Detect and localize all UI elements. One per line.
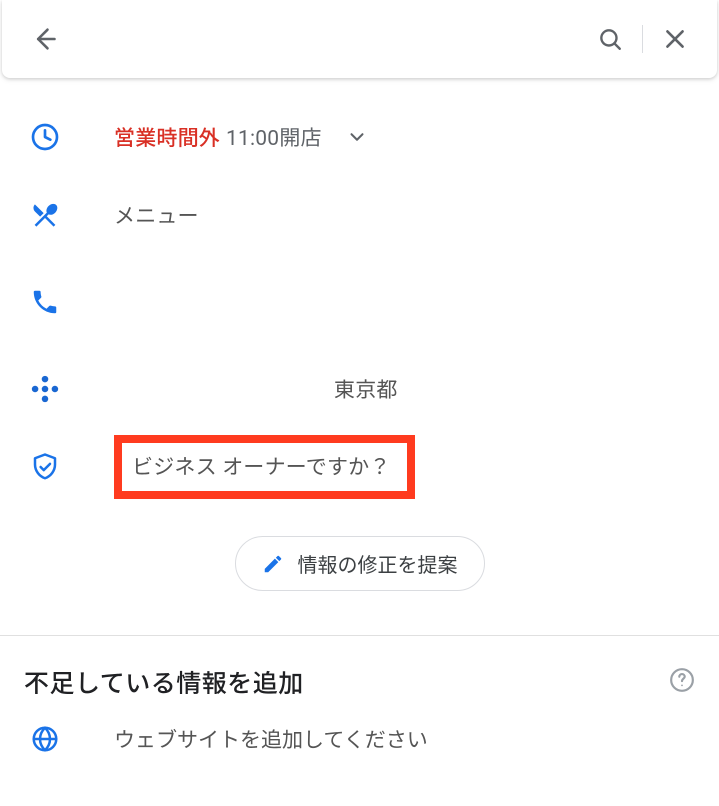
missing-info-section: 不足している情報を追加 ウェブサイトを追加してください — [0, 636, 719, 754]
suggest-edit-label: 情報の修正を提案 — [298, 549, 458, 578]
search-icon[interactable] — [588, 17, 632, 61]
add-website-label: ウェブサイトを追加してください — [62, 724, 428, 754]
missing-info-title: 不足している情報を追加 — [24, 664, 669, 700]
info-list: 営業時間外 11:00開店 メニュー 東京都 — [0, 78, 719, 635]
add-website-row[interactable]: ウェブサイトを追加してください — [24, 700, 695, 754]
claim-business-row[interactable]: ビジネス オーナーですか？ — [0, 428, 719, 506]
divider — [642, 25, 643, 53]
chevron-down-icon — [346, 126, 368, 148]
plus-code-icon — [28, 372, 62, 406]
hours-status: 営業時間外 — [114, 122, 220, 152]
suggest-edit-button[interactable]: 情報の修正を提案 — [235, 536, 485, 591]
phone-row[interactable] — [0, 254, 719, 350]
verified-shield-icon — [28, 452, 62, 482]
globe-icon — [28, 724, 62, 754]
owner-question-text: ビジネス オーナーですか？ — [132, 456, 391, 480]
hours-opens: 11:00開店 — [226, 122, 322, 152]
menu-label: メニュー — [62, 200, 199, 230]
back-icon[interactable] — [22, 17, 66, 61]
top-bar — [2, 0, 717, 78]
phone-icon — [28, 287, 62, 317]
help-icon[interactable] — [669, 667, 695, 697]
plus-code-row[interactable]: 東京都 — [0, 350, 719, 428]
owner-highlight: ビジネス オーナーですか？ — [114, 435, 415, 499]
clock-icon — [28, 121, 62, 153]
close-icon[interactable] — [653, 17, 697, 61]
restaurant-icon — [28, 200, 62, 230]
pencil-icon — [262, 553, 284, 575]
menu-row[interactable]: メニュー — [0, 176, 719, 254]
hours-row[interactable]: 営業時間外 11:00開店 — [0, 98, 719, 176]
plus-code-location: 東京都 — [334, 374, 398, 404]
